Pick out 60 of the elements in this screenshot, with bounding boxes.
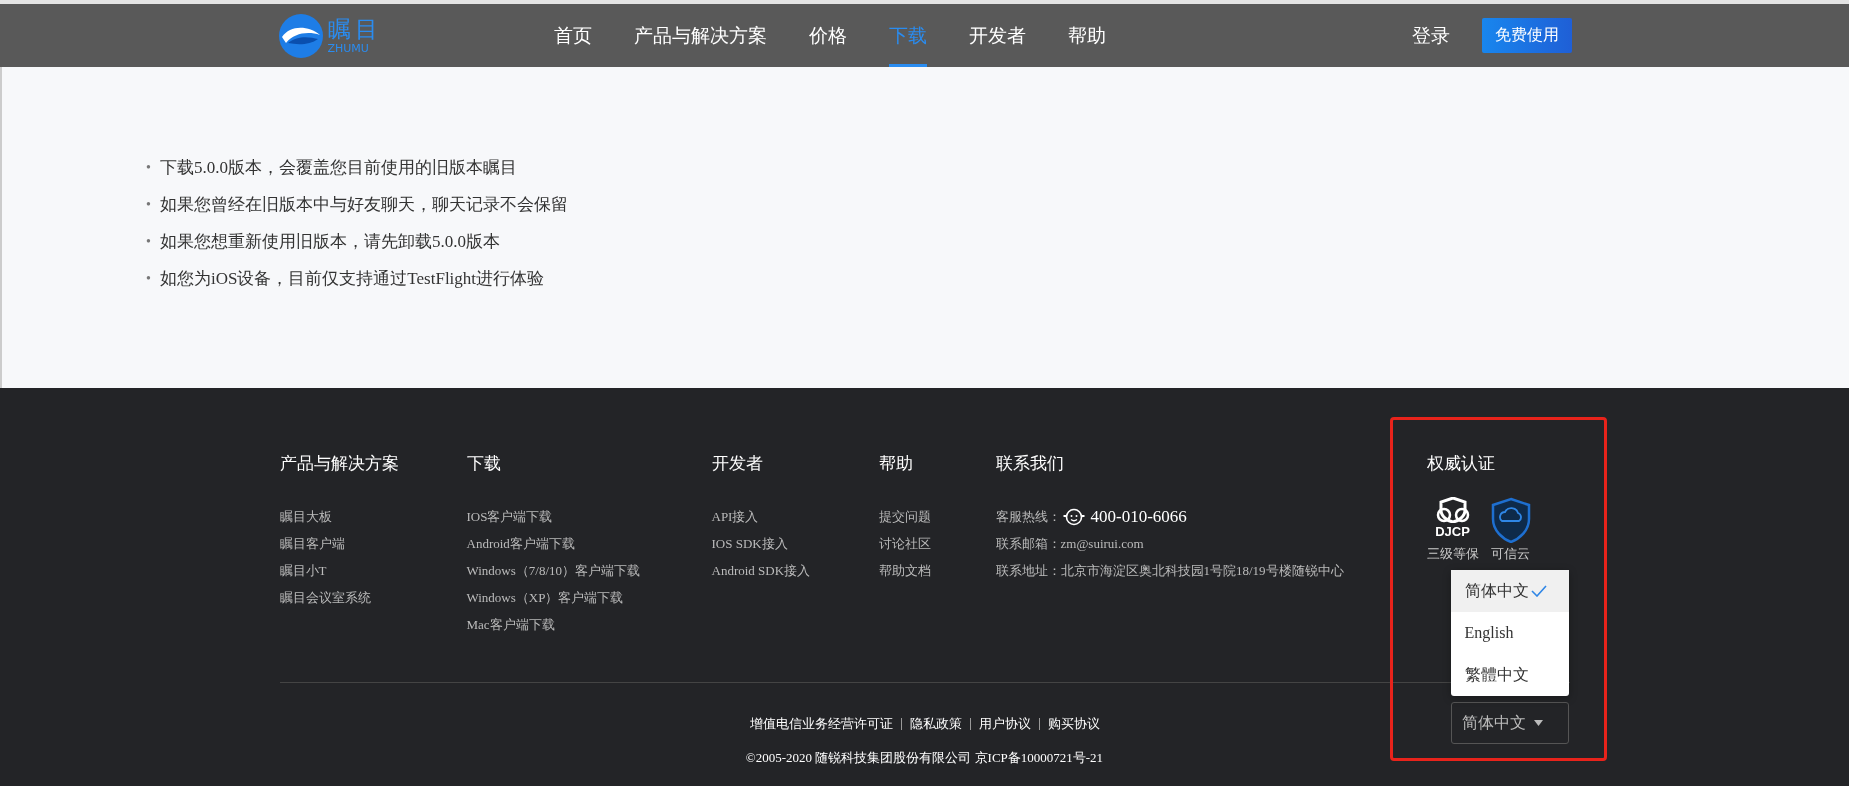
nav-tab[interactable]: 帮助 xyxy=(1067,4,1106,67)
footer-link[interactable]: 瞩目小T xyxy=(279,557,327,584)
footer-link[interactable]: 瞩目大板 xyxy=(279,503,332,530)
notice-item: 如果您想重新使用旧版本，请先卸载5.0.0版本 xyxy=(158,231,501,253)
legal-link[interactable]: 购买协议 xyxy=(1047,715,1100,733)
logo-icon xyxy=(277,12,324,59)
free-trial-button[interactable]: 免费使用 xyxy=(1481,18,1572,53)
bullet-mark: • xyxy=(146,270,151,288)
contact-value: 北京市海淀区奥北科技园1号院18/19号楼随锐中心 xyxy=(1060,561,1344,580)
notice-item: 如您为iOS设备，目前仅支持通过TestFlight进行体验 xyxy=(158,268,546,290)
language-option[interactable]: 简体中文 xyxy=(1450,570,1569,612)
bullet-mark: • xyxy=(146,159,151,177)
footer-link[interactable]: 瞩目客户端 xyxy=(279,530,345,557)
contact-value: zm@suirui.com xyxy=(1060,535,1144,552)
footer-link[interactable]: API接入 xyxy=(711,503,759,530)
legal-link[interactable]: 隐私政策 xyxy=(909,715,962,733)
notice-item: 下载5.0.0版本，会覆盖您目前使用的旧版本瞩目 xyxy=(158,157,518,179)
cloud-shield-icon xyxy=(1490,497,1531,543)
column-title: 下载 xyxy=(466,452,501,475)
footer-link[interactable]: IOS客户端下载 xyxy=(466,503,553,530)
column-title: 联系我们 xyxy=(995,452,1064,475)
badge-label: 三级等保 xyxy=(1426,545,1479,563)
language-option[interactable]: English xyxy=(1450,612,1569,654)
logo-name: 瞩目 xyxy=(327,17,382,41)
footer-link[interactable]: Windows（XP）客户端下载 xyxy=(466,584,624,611)
column-title: 产品与解决方案 xyxy=(279,452,399,475)
footer-link[interactable]: 提交问题 xyxy=(878,503,931,530)
language-select[interactable]: 简体中文 xyxy=(1450,702,1569,744)
check-icon xyxy=(1530,585,1547,597)
legal-link[interactable]: 增值电信业务经营许可证 xyxy=(749,715,893,733)
footer-link[interactable]: 帮助文档 xyxy=(878,557,931,584)
nav-tab[interactable]: 开发者 xyxy=(968,4,1026,67)
logo-subtitle: ZHUMU xyxy=(327,42,370,54)
copyright-text: ©2005-2020 随锐科技集团股份有限公司 京ICP备10000721号-21 xyxy=(744,749,1105,767)
headset-face-icon xyxy=(1062,506,1085,527)
login-link[interactable]: 登录 xyxy=(1411,22,1450,49)
bullet-mark: • xyxy=(146,196,151,214)
bullet-mark: • xyxy=(146,233,151,251)
nav-tab[interactable]: 价格 xyxy=(808,4,847,67)
footer-link[interactable]: Android客户端下载 xyxy=(466,530,575,557)
column-title: 开发者 xyxy=(711,452,763,475)
phone-number: 400-010-6066 xyxy=(1090,506,1187,527)
footer-link[interactable]: IOS SDK接入 xyxy=(711,530,788,557)
footer-link[interactable]: Android SDK接入 xyxy=(711,557,811,584)
contact-label: 联系地址： xyxy=(995,561,1061,580)
language-option[interactable]: 繁體中文 xyxy=(1450,654,1569,696)
caret-icon xyxy=(1533,720,1543,726)
contact-label: 联系邮箱： xyxy=(995,534,1061,553)
nav-tab[interactable]: 首页 xyxy=(553,4,592,67)
contact-label: 客服热线： xyxy=(995,507,1061,526)
column-title: 权威认证 xyxy=(1426,452,1495,475)
footer-link[interactable]: Mac客户端下载 xyxy=(466,611,555,638)
footer-link[interactable]: 瞩目会议室系统 xyxy=(279,584,371,611)
footer-link[interactable]: 讨论社区 xyxy=(878,530,931,557)
column-title: 帮助 xyxy=(878,452,913,475)
nav-tab[interactable]: 产品与解决方案 xyxy=(633,4,767,67)
notice-item: 如果您曾经在旧版本中与好友聊天，聊天记录不会保留 xyxy=(158,194,569,216)
badge-label: 可信云 xyxy=(1491,545,1530,563)
footer-link[interactable]: Windows（7/8/10）客户端下载 xyxy=(466,557,641,584)
legal-link[interactable]: 用户协议 xyxy=(978,715,1031,733)
